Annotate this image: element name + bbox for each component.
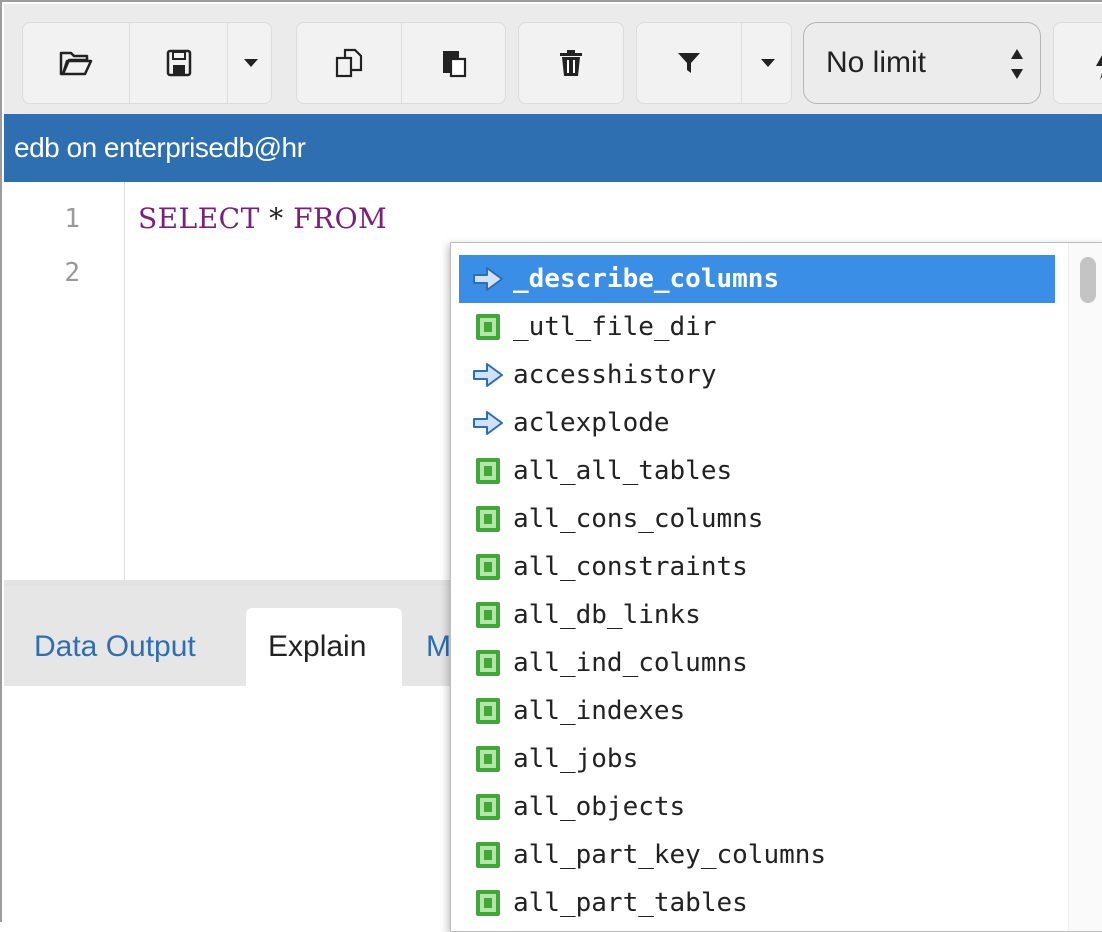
file-button-group [22, 22, 272, 104]
line-number: 1 [64, 204, 80, 234]
table-icon [471, 312, 505, 342]
autocomplete-item[interactable]: accesshistory [459, 351, 1055, 399]
select-arrows-icon [1010, 45, 1024, 83]
autocomplete-item-label: accesshistory [513, 360, 717, 390]
tab-explain[interactable]: Explain [246, 608, 402, 686]
table-icon [471, 840, 505, 870]
table-icon [471, 648, 505, 678]
function-arrow-icon [471, 408, 505, 438]
autocomplete-item-label: all_part_tables [513, 888, 748, 918]
line-number-gutter: 1 2 [4, 182, 125, 580]
autocomplete-item-label: _describe_columns [513, 264, 780, 294]
save-icon [166, 49, 192, 77]
autocomplete-item[interactable]: all_part_key_columns [459, 831, 1055, 879]
autocomplete-item-label: all_cons_columns [513, 504, 764, 534]
delete-button[interactable] [519, 23, 623, 103]
filter-dropdown-button[interactable] [741, 23, 791, 103]
keyword-from: FROM [293, 202, 388, 235]
autocomplete-item-label: all_part_key_columns [513, 840, 827, 870]
function-arrow-icon [471, 360, 505, 390]
table-icon [471, 552, 505, 582]
toolbar: No limit [4, 4, 1102, 115]
star-token: * [269, 202, 284, 235]
autocomplete-item-label: all_all_tables [513, 456, 733, 486]
autocomplete-item-label: all_indexes [513, 696, 686, 726]
delete-button-group [518, 22, 624, 104]
autocomplete-item[interactable]: _describe_columns [459, 255, 1055, 303]
copy-button[interactable] [297, 23, 401, 103]
filter-button-group [636, 22, 792, 104]
save-file-button[interactable] [129, 23, 227, 103]
caret-down-icon [243, 58, 259, 68]
table-icon [471, 504, 505, 534]
table-icon [471, 744, 505, 774]
trash-icon [559, 49, 583, 77]
code-line-1[interactable]: SELECT * FROM [138, 202, 387, 235]
paste-icon [441, 48, 469, 78]
autocomplete-item[interactable]: all_part_tables [459, 879, 1055, 927]
autocomplete-item-label: aclexplode [513, 408, 670, 438]
autocomplete-item-label: all_db_links [513, 600, 701, 630]
table-icon [471, 888, 505, 918]
table-icon [471, 456, 505, 486]
folder-open-icon [59, 49, 93, 77]
tab-data-output-label: Data Output [34, 630, 196, 663]
open-file-button[interactable] [23, 23, 129, 103]
autocomplete-item[interactable]: all_jobs [459, 735, 1055, 783]
autocomplete-item[interactable]: all_db_links [459, 591, 1055, 639]
autocomplete-item[interactable]: all_ind_columns [459, 639, 1055, 687]
filter-icon [677, 51, 701, 75]
autocomplete-item-label: all_ind_columns [513, 648, 748, 678]
table-icon [471, 696, 505, 726]
autocomplete-item[interactable]: all_cons_columns [459, 495, 1055, 543]
query-tool-window: No limit edb on enterprisedb@hr 1 2 SELE… [0, 0, 1102, 932]
autocomplete-item-label: all_objects [513, 792, 686, 822]
autocomplete-item-label: _utl_file_dir [513, 312, 717, 342]
tab-messages-label: M [426, 630, 451, 663]
autocomplete-popup: _describe_columns _utl_file_dir accesshist… [450, 242, 1102, 932]
autocomplete-scrollbar[interactable] [1068, 243, 1102, 931]
autocomplete-item[interactable]: _utl_file_dir [459, 303, 1055, 351]
caret-down-icon [760, 58, 776, 68]
autocomplete-item[interactable]: aclexplode [459, 399, 1055, 447]
autocomplete-item[interactable]: all_constraints [459, 543, 1055, 591]
filter-button[interactable] [637, 23, 741, 103]
function-arrow-icon [471, 264, 505, 294]
table-icon [471, 600, 505, 630]
tab-data-output[interactable]: Data Output [34, 608, 196, 686]
connection-titlebar: edb on enterprisedb@hr [4, 114, 1102, 182]
autocomplete-item-label: all_jobs [513, 744, 639, 774]
tab-explain-label: Explain [268, 630, 367, 663]
lightning-icon [1094, 47, 1102, 86]
line-number: 2 [64, 258, 80, 288]
row-limit-value: No limit [826, 46, 927, 79]
autocomplete-item[interactable]: all_objects [459, 783, 1055, 831]
tab-messages[interactable]: M [426, 608, 451, 686]
clipboard-button-group [296, 22, 506, 104]
autocomplete-item[interactable]: all_all_tables [459, 447, 1055, 495]
paste-button[interactable] [401, 23, 505, 103]
autocomplete-item-label: all_constraints [513, 552, 748, 582]
row-limit-select[interactable]: No limit [803, 22, 1041, 104]
execute-button[interactable] [1053, 22, 1102, 104]
copy-icon [335, 48, 363, 78]
save-dropdown-button[interactable] [227, 23, 271, 103]
scrollbar-thumb[interactable] [1080, 257, 1096, 303]
autocomplete-item[interactable]: all_indexes [459, 687, 1055, 735]
keyword-select: SELECT [138, 202, 260, 235]
connection-label: edb on enterprisedb@hr [14, 132, 306, 163]
table-icon [471, 792, 505, 822]
